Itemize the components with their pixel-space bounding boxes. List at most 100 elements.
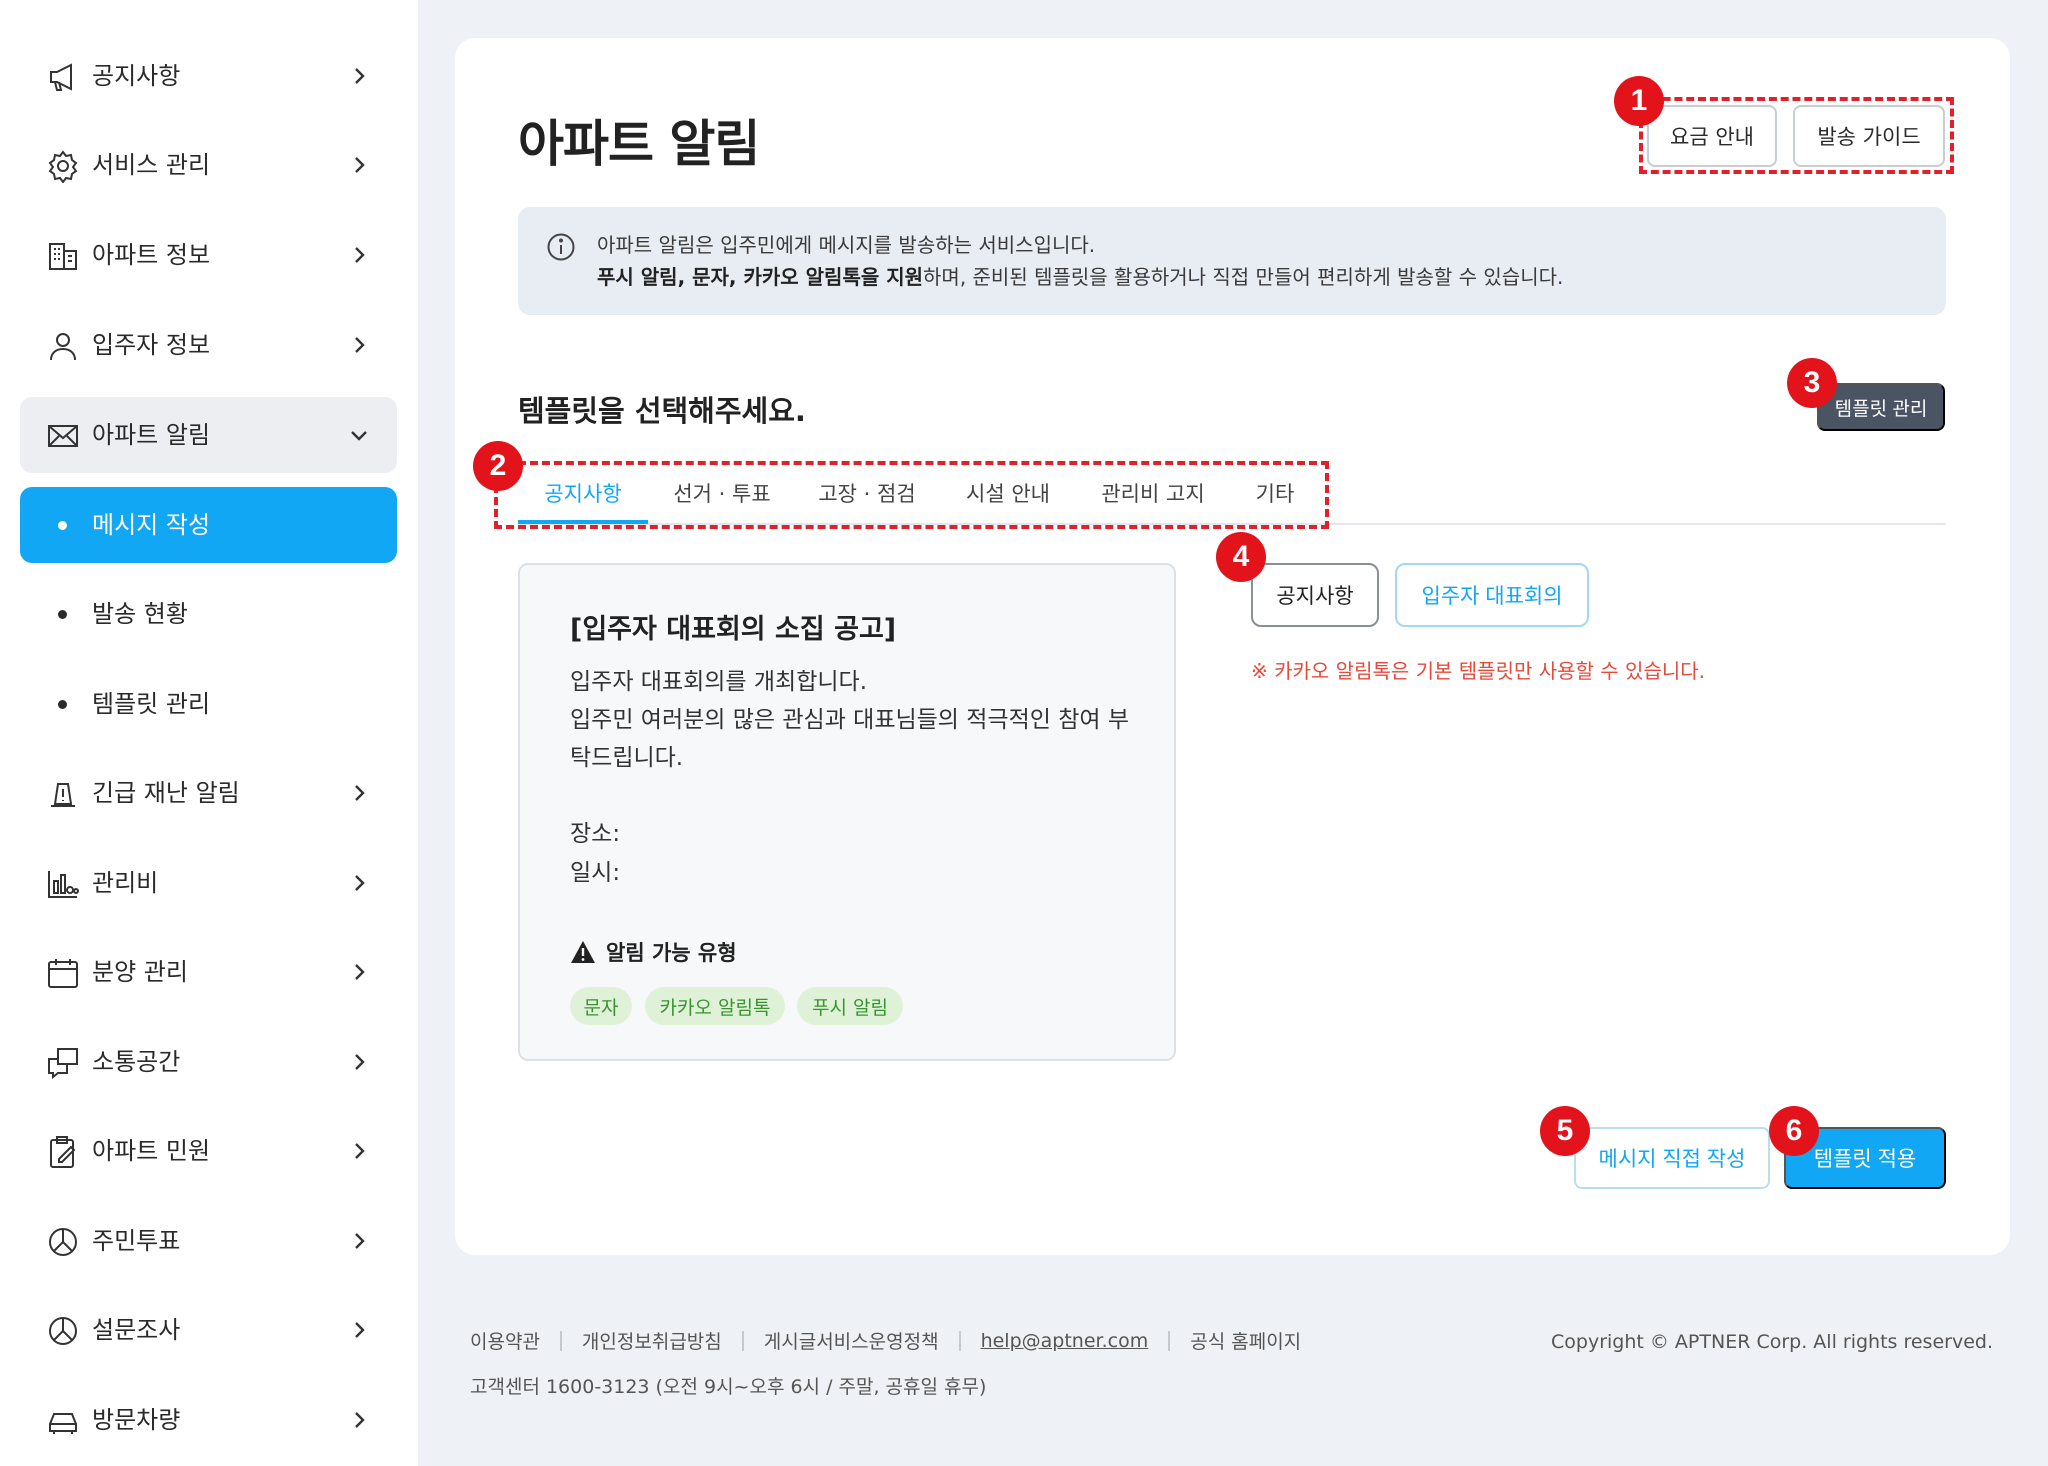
building-icon bbox=[46, 239, 80, 273]
sidebar-subitem-templates[interactable]: 템플릿 관리 bbox=[20, 666, 397, 742]
sidebar-item-sales[interactable]: 분양 관리 bbox=[20, 934, 397, 1010]
sidebar-item-label: 공지사항 bbox=[92, 62, 181, 90]
car-icon bbox=[46, 1404, 80, 1438]
footer-divider bbox=[958, 1330, 961, 1351]
chat-icon bbox=[46, 1046, 80, 1080]
sidebar: 공지사항 서비스 관리 아파트 정보 입주자 정보 아파트 알림 메시지 작성 … bbox=[0, 0, 418, 1466]
clipboard-icon bbox=[46, 1135, 80, 1169]
vote-icon bbox=[46, 1225, 80, 1259]
bullet-icon bbox=[58, 700, 67, 709]
chevron-right-icon bbox=[345, 241, 373, 269]
sidebar-item-label: 입주자 정보 bbox=[92, 331, 211, 359]
template-manage-button[interactable]: 템플릿 관리 bbox=[1817, 383, 1945, 431]
sidebar-item-vote[interactable]: 주민투표 bbox=[20, 1203, 397, 1279]
template-body-line: 탁드립니다. bbox=[570, 745, 684, 771]
template-body-line: 입주민 여러분의 많은 관심과 대표님들의 적극적인 참여 부 bbox=[570, 707, 1130, 733]
sidebar-item-label: 긴급 재난 알림 bbox=[92, 779, 240, 807]
sidebar-item-label: 메시지 작성 bbox=[92, 511, 211, 539]
sidebar-item-notice[interactable]: 공지사항 bbox=[20, 38, 397, 114]
category-resident-meeting-button[interactable]: 입주자 대표회의 bbox=[1395, 563, 1589, 627]
alert-icon bbox=[46, 777, 80, 811]
footer-copyright: Copyright © APTNER Corp. All rights rese… bbox=[1551, 1331, 1993, 1353]
sidebar-item-label: 아파트 정보 bbox=[92, 241, 211, 269]
chevron-right-icon bbox=[345, 1137, 373, 1165]
chevron-right-icon bbox=[345, 779, 373, 807]
chevron-right-icon bbox=[345, 958, 373, 986]
annotation-box-1 bbox=[1639, 97, 1954, 174]
template-body-line: 장소: bbox=[570, 821, 621, 847]
template-title: [입주자 대표회의 소집 공고] bbox=[570, 614, 897, 645]
footer-divider bbox=[741, 1330, 744, 1351]
chevron-right-icon bbox=[345, 1406, 373, 1434]
info-banner: 아파트 알림은 입주민에게 메시지를 발송하는 서비스입니다. 푸시 알림, 문… bbox=[518, 207, 1946, 315]
envelope-icon bbox=[46, 419, 80, 453]
gear-icon bbox=[46, 149, 80, 184]
alert-types-label: 알림 가능 유형 bbox=[606, 941, 737, 965]
footer-link-terms[interactable]: 이용약관 bbox=[470, 1327, 540, 1354]
template-body-line: 일시: bbox=[570, 860, 621, 886]
chevron-down-icon bbox=[345, 421, 373, 449]
sidebar-item-label: 분양 관리 bbox=[92, 958, 188, 986]
sidebar-item-apartment-alert[interactable]: 아파트 알림 bbox=[20, 397, 397, 473]
kakao-note: ※ 카카오 알림톡은 기본 템플릿만 사용할 수 있습니다. bbox=[1251, 659, 1706, 683]
info-text-2: 푸시 알림, 문자, 카카오 알림톡을 지원하며, 준비된 템플릿을 활용하거나… bbox=[597, 261, 1563, 290]
sidebar-item-label: 주민투표 bbox=[92, 1227, 181, 1255]
bullet-icon bbox=[58, 521, 67, 530]
footer-divider bbox=[1168, 1330, 1171, 1351]
category-notice-button[interactable]: 공지사항 bbox=[1251, 563, 1379, 627]
chevron-right-icon bbox=[345, 869, 373, 897]
sidebar-subitem-compose[interactable]: 메시지 작성 bbox=[20, 487, 397, 563]
template-preview-card[interactable]: [입주자 대표회의 소집 공고] 입주자 대표회의를 개최합니다. 입주민 여러… bbox=[518, 563, 1176, 1061]
footer-links: 이용약관 개인정보취급방침 게시글서비스운영정책 help@aptner.com… bbox=[470, 1327, 1301, 1354]
chip-kakao: 카카오 알림톡 bbox=[645, 987, 785, 1025]
write-direct-button[interactable]: 메시지 직접 작성 bbox=[1574, 1127, 1770, 1189]
page-title: 아파트 알림 bbox=[518, 115, 760, 173]
annotation-box-2 bbox=[494, 461, 1329, 529]
sidebar-item-label: 방문차량 bbox=[92, 1406, 181, 1434]
sidebar-item-resident-info[interactable]: 입주자 정보 bbox=[20, 307, 397, 383]
footer-link-posting-policy[interactable]: 게시글서비스운영정책 bbox=[764, 1327, 939, 1354]
sidebar-item-apartment-info[interactable]: 아파트 정보 bbox=[20, 217, 397, 293]
sidebar-item-label: 아파트 알림 bbox=[92, 421, 211, 449]
chip-sms: 문자 bbox=[570, 987, 632, 1025]
info-text-bold: 푸시 알림, 문자, 카카오 알림톡을 지원 bbox=[597, 265, 924, 289]
sidebar-item-visitor-car[interactable]: 방문차량 bbox=[20, 1382, 397, 1458]
sidebar-item-label: 발송 현황 bbox=[92, 600, 188, 628]
sidebar-subitem-status[interactable]: 발송 현황 bbox=[20, 576, 397, 652]
sidebar-item-survey[interactable]: 설문조사 bbox=[20, 1292, 397, 1368]
bullet-icon bbox=[58, 610, 67, 619]
chevron-right-icon bbox=[345, 331, 373, 359]
sidebar-item-label: 관리비 bbox=[92, 869, 159, 897]
annotation-badge-3: 3 bbox=[1787, 358, 1837, 408]
survey-icon bbox=[46, 1314, 80, 1348]
chevron-right-icon bbox=[345, 1227, 373, 1255]
sidebar-item-label: 서비스 관리 bbox=[92, 151, 211, 179]
footer-link-email[interactable]: help@aptner.com bbox=[981, 1330, 1149, 1352]
sidebar-item-label: 설문조사 bbox=[92, 1316, 181, 1344]
chevron-right-icon bbox=[345, 1048, 373, 1076]
info-icon bbox=[546, 232, 576, 262]
sidebar-item-label: 아파트 민원 bbox=[92, 1137, 211, 1165]
megaphone-icon bbox=[46, 60, 80, 94]
chevron-right-icon bbox=[345, 62, 373, 90]
footer-divider bbox=[559, 1330, 562, 1351]
alert-types-heading: 알림 가능 유형 bbox=[570, 937, 737, 967]
footer-link-homepage[interactable]: 공식 홈페이지 bbox=[1190, 1327, 1301, 1354]
chip-push: 푸시 알림 bbox=[797, 987, 903, 1025]
bar-chart-icon bbox=[46, 867, 80, 901]
template-body-line: 입주자 대표회의를 개최합니다. bbox=[570, 669, 868, 695]
sidebar-item-fees[interactable]: 관리비 bbox=[20, 845, 397, 921]
info-text-rest: 하며, 준비된 템플릿을 활용하거나 직접 만들어 편리하게 발송할 수 있습니… bbox=[923, 265, 1564, 289]
sidebar-item-complaints[interactable]: 아파트 민원 bbox=[20, 1113, 397, 1189]
sidebar-item-label: 소통공간 bbox=[92, 1048, 181, 1076]
footer-customer-center: 고객센터 1600-3123 (오전 9시~오후 6시 / 주말, 공휴일 휴무… bbox=[470, 1376, 987, 1398]
chevron-right-icon bbox=[345, 151, 373, 179]
sidebar-item-label: 템플릿 관리 bbox=[92, 690, 211, 718]
sidebar-item-community[interactable]: 소통공간 bbox=[20, 1024, 397, 1100]
template-section-title: 템플릿을 선택해주세요. bbox=[518, 394, 806, 428]
sidebar-item-emergency[interactable]: 긴급 재난 알림 bbox=[20, 755, 397, 831]
footer-link-privacy[interactable]: 개인정보취급방침 bbox=[582, 1327, 722, 1354]
sidebar-item-service[interactable]: 서비스 관리 bbox=[20, 127, 397, 203]
annotation-badge-5: 5 bbox=[1540, 1106, 1590, 1156]
info-text-1: 아파트 알림은 입주민에게 메시지를 발송하는 서비스입니다. bbox=[597, 233, 1096, 257]
